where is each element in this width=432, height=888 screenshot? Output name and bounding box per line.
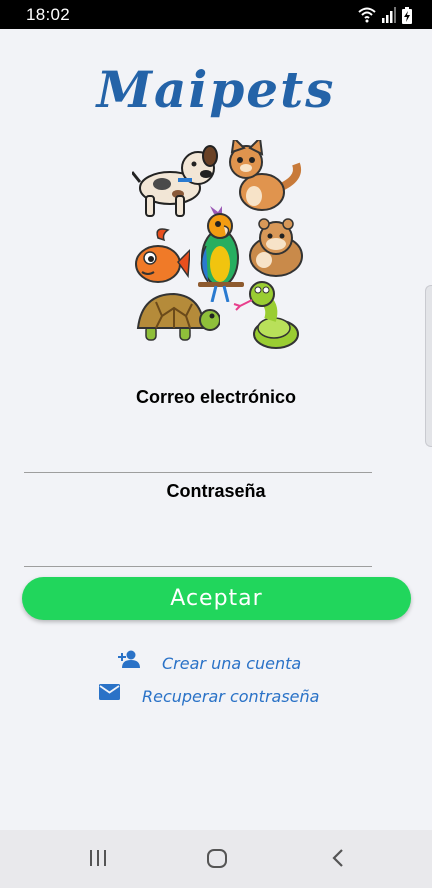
hamster-illustration — [249, 218, 303, 277]
accept-button-label: Aceptar — [170, 586, 263, 611]
email-field[interactable] — [24, 436, 372, 473]
wifi-icon — [358, 7, 376, 23]
status-bar: 18:02 — [0, 0, 432, 29]
accept-button[interactable]: Aceptar — [22, 577, 411, 620]
back-icon[interactable] — [330, 848, 346, 868]
password-field[interactable] — [24, 530, 372, 567]
create-account-label: Crear una cuenta — [162, 653, 302, 673]
recover-password-link[interactable]: Recuperar contraseña — [99, 683, 319, 709]
snake-illustration — [233, 281, 299, 349]
mail-icon — [99, 684, 120, 700]
fish-illustration — [135, 228, 190, 283]
home-icon[interactable] — [206, 848, 228, 870]
pets-illustration — [128, 140, 306, 352]
recover-password-label: Recuperar contraseña — [142, 686, 320, 706]
edge-panel-handle[interactable] — [425, 285, 432, 447]
status-icons — [358, 6, 412, 24]
email-label: Correo electrónico — [135, 387, 297, 407]
password-label: Contraseña — [166, 481, 266, 501]
status-time: 18:02 — [26, 5, 71, 24]
recent-apps-icon[interactable] — [88, 848, 108, 868]
battery-charging-icon — [402, 6, 412, 24]
create-account-link[interactable]: Crear una cuenta — [118, 650, 301, 676]
app-logo: Maipets — [96, 60, 336, 119]
add-person-icon — [118, 650, 140, 668]
navigation-bar — [0, 830, 432, 888]
signal-icon — [382, 7, 396, 23]
turtle-illustration — [136, 292, 220, 341]
